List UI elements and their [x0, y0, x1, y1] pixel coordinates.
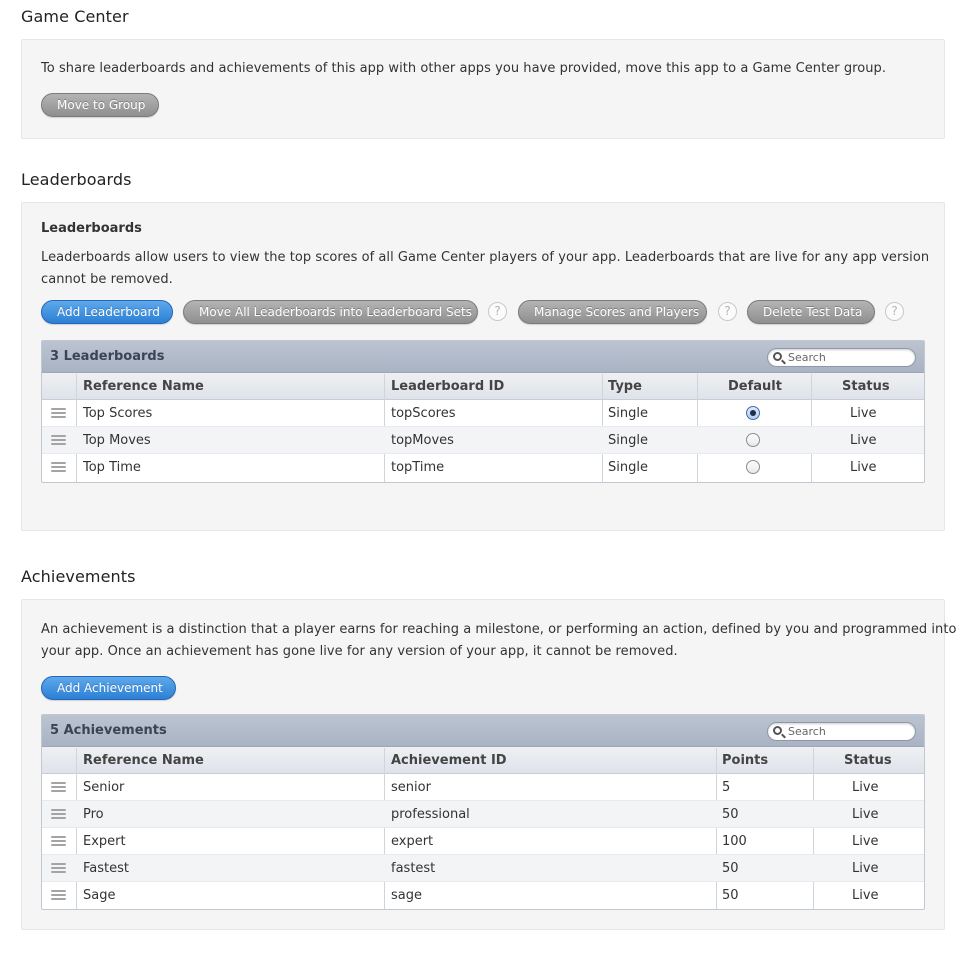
- reference-name-cell: Top Moves: [83, 433, 151, 448]
- drag-handle-icon[interactable]: [51, 890, 66, 901]
- delete-test-data-button[interactable]: Delete Test Data: [747, 300, 875, 324]
- leaderboard-id-cell: topMoves: [391, 433, 454, 448]
- achievements-search-input[interactable]: Search: [767, 722, 916, 741]
- add-achievement-button[interactable]: Add Achievement: [41, 676, 176, 700]
- header-achievement-id[interactable]: Achievement ID: [391, 747, 507, 774]
- leaderboards-table: 3 Leaderboards Search Reference Name Lea…: [41, 340, 925, 483]
- table-row[interactable]: Pro professional 50 Live: [42, 801, 924, 828]
- search-icon: [773, 726, 782, 735]
- status-cell: Live: [850, 460, 877, 475]
- move-all-leaderboards-button[interactable]: Move All Leaderboards into Leaderboard S…: [183, 300, 478, 324]
- leaderboards-count-title: 3 Leaderboards: [50, 349, 165, 364]
- achievement-id-cell: professional: [391, 807, 470, 822]
- table-header-row: Reference Name Achievement ID Points Sta…: [42, 747, 924, 774]
- header-reference-name[interactable]: Reference Name: [83, 373, 204, 400]
- game-center-panel: [21, 39, 945, 139]
- drag-handle-icon[interactable]: [51, 435, 66, 446]
- points-cell: 100: [722, 834, 747, 849]
- table-row[interactable]: Senior senior 5 Live: [42, 774, 924, 801]
- drag-handle-icon[interactable]: [51, 462, 66, 473]
- status-cell: Live: [852, 834, 879, 849]
- default-radio[interactable]: [746, 433, 760, 447]
- status-cell: Live: [852, 780, 879, 795]
- header-points[interactable]: Points: [722, 747, 768, 774]
- search-placeholder: Search: [788, 351, 826, 364]
- help-icon[interactable]: ?: [488, 302, 507, 321]
- leaderboards-panel-heading: Leaderboards: [41, 221, 142, 236]
- table-header-row: Reference Name Leaderboard ID Type Defau…: [42, 373, 924, 400]
- table-row[interactable]: Sage sage 50 Live: [42, 882, 924, 909]
- section-title-leaderboards: Leaderboards: [21, 170, 132, 189]
- status-cell: Live: [852, 888, 879, 903]
- achievement-id-cell: sage: [391, 888, 422, 903]
- add-leaderboard-button[interactable]: Add Leaderboard: [41, 300, 173, 324]
- type-cell: Single: [608, 460, 648, 475]
- achievements-description-line2: your app. Once an achievement has gone l…: [41, 644, 678, 659]
- manage-scores-button[interactable]: Manage Scores and Players: [518, 300, 707, 324]
- achievements-description-line1: An achievement is a distinction that a p…: [41, 622, 957, 637]
- reference-name-cell: Top Time: [83, 460, 141, 475]
- section-title-achievements: Achievements: [21, 567, 136, 586]
- search-placeholder: Search: [788, 725, 826, 738]
- leaderboard-id-cell: topTime: [391, 460, 445, 475]
- status-cell: Live: [850, 433, 877, 448]
- header-reference-name[interactable]: Reference Name: [83, 747, 204, 774]
- achievements-count-title: 5 Achievements: [50, 723, 167, 738]
- type-cell: Single: [608, 406, 648, 421]
- table-row[interactable]: Top Time topTime Single Live: [42, 454, 924, 481]
- achievement-id-cell: expert: [391, 834, 434, 849]
- leaderboards-search-input[interactable]: Search: [767, 348, 916, 367]
- drag-handle-icon[interactable]: [51, 408, 66, 419]
- points-cell: 50: [722, 888, 739, 903]
- table-row[interactable]: Top Moves topMoves Single Live: [42, 427, 924, 454]
- reference-name-cell: Fastest: [83, 861, 129, 876]
- reference-name-cell: Expert: [83, 834, 126, 849]
- table-row[interactable]: Fastest fastest 50 Live: [42, 855, 924, 882]
- header-default[interactable]: Default: [728, 373, 782, 400]
- points-cell: 50: [722, 861, 739, 876]
- drag-handle-icon[interactable]: [51, 863, 66, 874]
- reference-name-cell: Sage: [83, 888, 116, 903]
- leaderboard-id-cell: topScores: [391, 406, 456, 421]
- search-icon: [773, 352, 782, 361]
- points-cell: 5: [722, 780, 731, 795]
- reference-name-cell: Senior: [83, 780, 125, 795]
- achievement-id-cell: fastest: [391, 861, 436, 876]
- table-row[interactable]: Top Scores topScores Single Live: [42, 400, 924, 427]
- move-to-group-button[interactable]: Move to Group: [41, 93, 159, 117]
- drag-handle-icon[interactable]: [51, 782, 66, 793]
- type-cell: Single: [608, 433, 648, 448]
- game-center-description: To share leaderboards and achievements o…: [41, 61, 887, 76]
- points-cell: 50: [722, 807, 739, 822]
- drag-handle-icon[interactable]: [51, 809, 66, 820]
- help-icon[interactable]: ?: [885, 302, 904, 321]
- default-radio[interactable]: [746, 406, 760, 420]
- table-row[interactable]: Expert expert 100 Live: [42, 828, 924, 855]
- table-title-bar: 5 Achievements Search: [42, 715, 924, 747]
- default-radio[interactable]: [746, 460, 760, 474]
- status-cell: Live: [852, 807, 879, 822]
- achievement-id-cell: senior: [391, 780, 431, 795]
- table-title-bar: 3 Leaderboards Search: [42, 341, 924, 373]
- section-title-game-center: Game Center: [21, 7, 129, 26]
- status-cell: Live: [852, 861, 879, 876]
- drag-handle-icon[interactable]: [51, 836, 66, 847]
- header-type[interactable]: Type: [608, 373, 642, 400]
- reference-name-cell: Top Scores: [83, 406, 153, 421]
- header-status[interactable]: Status: [842, 373, 890, 400]
- help-icon[interactable]: ?: [718, 302, 737, 321]
- status-cell: Live: [850, 406, 877, 421]
- header-leaderboard-id[interactable]: Leaderboard ID: [391, 373, 504, 400]
- leaderboards-description-line1: Leaderboards allow users to view the top…: [41, 250, 930, 265]
- reference-name-cell: Pro: [83, 807, 104, 822]
- achievements-table: 5 Achievements Search Reference Name Ach…: [41, 714, 925, 910]
- header-status[interactable]: Status: [844, 747, 892, 774]
- leaderboards-description-line2: cannot be removed.: [41, 272, 173, 287]
